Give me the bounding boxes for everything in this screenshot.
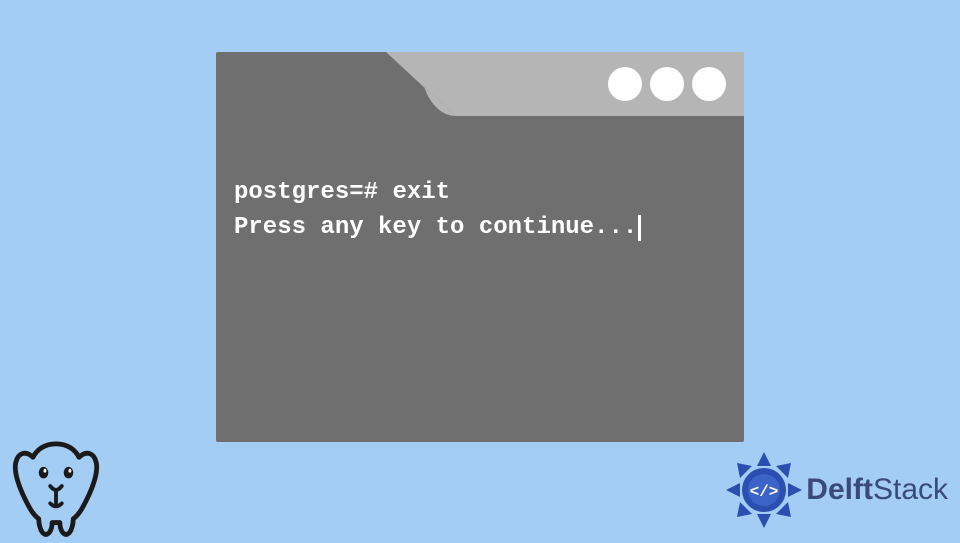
window-dot-icon bbox=[608, 67, 642, 101]
svg-text:</>: </> bbox=[750, 483, 779, 501]
terminal-output: Press any key to continue... bbox=[234, 214, 637, 241]
terminal-window: postgres=# exit Press any key to continu… bbox=[216, 52, 744, 442]
code-medallion-icon: </> bbox=[724, 450, 804, 530]
terminal-prompt: postgres=# bbox=[234, 179, 378, 206]
window-dot-icon bbox=[650, 67, 684, 101]
terminal-body: postgres=# exit Press any key to continu… bbox=[216, 116, 744, 264]
terminal-tab-curve bbox=[386, 52, 456, 117]
terminal-titlebar bbox=[216, 52, 744, 116]
window-controls bbox=[608, 67, 726, 101]
terminal-tab bbox=[216, 52, 386, 116]
window-dot-icon bbox=[692, 67, 726, 101]
postgresql-logo-icon bbox=[8, 438, 104, 538]
terminal-command: exit bbox=[392, 179, 450, 206]
brand-delft: Delft bbox=[806, 473, 873, 506]
delftstack-brand: </> DelftStack bbox=[724, 450, 948, 530]
cursor-icon bbox=[638, 215, 641, 241]
brand-stack: Stack bbox=[873, 473, 948, 506]
delftstack-wordmark: DelftStack bbox=[806, 473, 948, 507]
